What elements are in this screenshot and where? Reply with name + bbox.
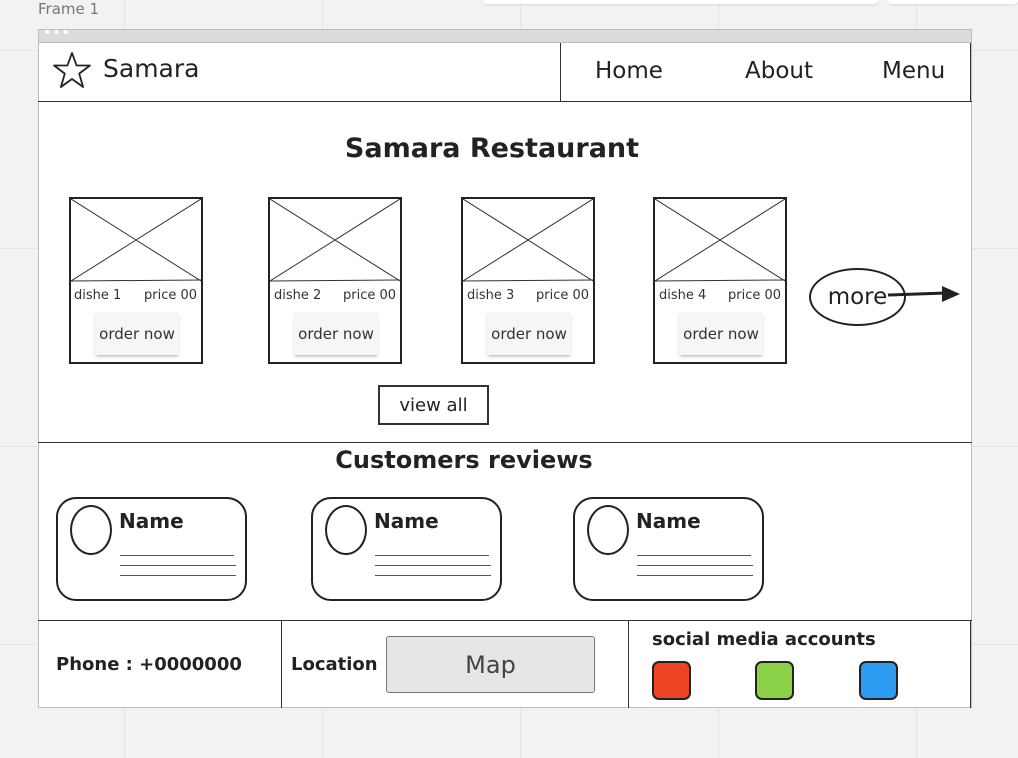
- reviews-title: Customers reviews: [335, 446, 593, 474]
- dish-name: dishe 4: [659, 288, 707, 303]
- nav-home[interactable]: Home: [595, 58, 663, 84]
- review-text-line: [120, 565, 236, 566]
- review-text-line: [637, 575, 753, 576]
- dish-price: price 00: [343, 288, 397, 303]
- dish-image-placeholder: [270, 199, 400, 282]
- reviewer-name: Name: [636, 509, 701, 533]
- social-icon-blue[interactable]: [859, 661, 898, 700]
- social-icon-red[interactable]: [652, 661, 691, 700]
- reviewer-name: Name: [374, 509, 439, 533]
- avatar: [70, 505, 112, 555]
- wireframe-frame: •••: [38, 25, 972, 708]
- nav-divider: [560, 43, 561, 101]
- phone-text: Phone : +0000000: [56, 654, 242, 675]
- dish-card: dishe 1 price 00 order now: [69, 197, 203, 364]
- nav-about[interactable]: About: [745, 58, 813, 84]
- location-label: Location: [291, 654, 378, 675]
- dish-price: price 00: [144, 288, 198, 303]
- dish-price: price 00: [728, 288, 782, 303]
- reviewer-name: Name: [119, 509, 184, 533]
- nav-menu[interactable]: Menu: [882, 58, 945, 84]
- review-card: Name: [56, 497, 247, 601]
- avatar: [325, 505, 367, 555]
- footer-column-divider: [281, 620, 282, 708]
- canvas-card: [483, 0, 878, 4]
- logo-text[interactable]: Samara: [103, 54, 199, 83]
- dish-name: dishe 2: [274, 288, 322, 303]
- canvas-card: [888, 0, 1018, 4]
- page-title: Samara Restaurant: [344, 133, 640, 164]
- review-text-line: [375, 565, 491, 566]
- dish-name: dishe 1: [74, 288, 122, 303]
- review-text-line: [375, 555, 489, 556]
- review-text-line: [637, 565, 753, 566]
- review-text-line: [637, 555, 751, 556]
- order-now-button[interactable]: order now: [679, 312, 763, 355]
- arrow-right-icon: [887, 286, 960, 302]
- map-button[interactable]: Map: [386, 636, 595, 693]
- footer-column-divider: [628, 620, 629, 708]
- dish-price: price 00: [536, 288, 590, 303]
- frame-menu-icon[interactable]: •••: [43, 25, 71, 41]
- footer-divider: [38, 620, 972, 621]
- order-now-button[interactable]: order now: [294, 312, 378, 355]
- order-now-button[interactable]: order now: [487, 312, 571, 355]
- frame-title-bar[interactable]: •••: [39, 25, 971, 43]
- frame-label: Frame 1: [38, 0, 100, 18]
- dish-image-placeholder: [463, 199, 593, 282]
- review-text-line: [120, 555, 234, 556]
- review-text-line: [375, 575, 491, 576]
- dish-image-placeholder: [655, 199, 785, 282]
- star-icon: [53, 52, 91, 88]
- dish-image-placeholder: [71, 199, 201, 282]
- nav-border: [970, 43, 971, 101]
- dish-name: dishe 3: [467, 288, 515, 303]
- view-all-button[interactable]: view all: [378, 385, 489, 425]
- dish-card: dishe 2 price 00 order now: [268, 197, 402, 364]
- social-icon-green[interactable]: [755, 661, 794, 700]
- review-card: Name: [311, 497, 502, 601]
- header-divider: [38, 101, 972, 102]
- review-text-line: [120, 575, 236, 576]
- footer-border: [970, 620, 971, 708]
- review-card: Name: [573, 497, 764, 601]
- dish-card: dishe 3 price 00 order now: [461, 197, 595, 364]
- section-divider: [38, 442, 972, 443]
- order-now-button[interactable]: order now: [95, 312, 179, 355]
- avatar: [587, 505, 629, 555]
- social-media-title: social media accounts: [652, 629, 876, 650]
- dish-card: dishe 4 price 00 order now: [653, 197, 787, 364]
